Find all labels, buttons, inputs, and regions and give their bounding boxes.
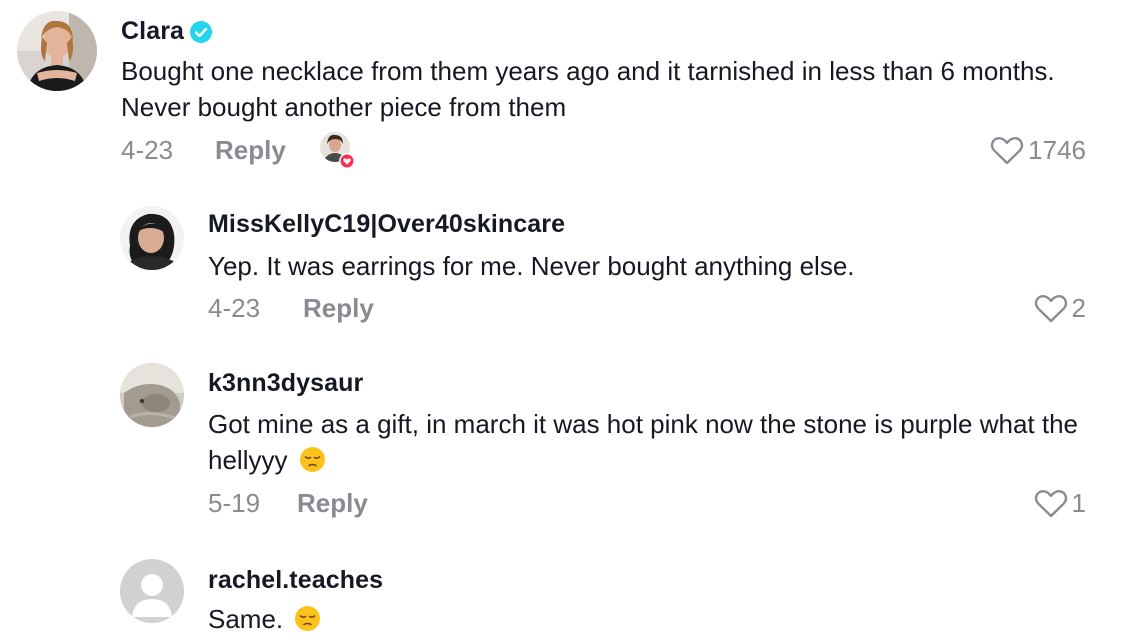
like-count: 1746 <box>1028 135 1086 165</box>
reply-button[interactable]: Reply <box>297 488 368 519</box>
comment-item: k3nn3dysaur Got mine as a gift, in march… <box>0 350 1122 550</box>
comment-username[interactable]: Clara <box>121 17 213 46</box>
heart-icon <box>1034 489 1068 519</box>
avatar[interactable] <box>120 559 184 623</box>
reply-button[interactable]: Reply <box>215 135 286 166</box>
comment-text-content: Got mine as a gift, in march it was hot … <box>208 409 1078 475</box>
heart-icon <box>1034 294 1068 324</box>
comment-date: 4-23 <box>208 293 261 323</box>
comment-item: rachel.teaches Same. <box>0 550 1122 642</box>
comment-username[interactable]: MissKellyC19|Over40skincare <box>208 210 565 239</box>
verified-badge-icon <box>190 20 213 43</box>
comment-username[interactable]: rachel.teaches <box>208 566 383 595</box>
comment-text: Yep. It was earrings for me. Never bough… <box>208 251 855 281</box>
comment-text: Same. <box>208 601 1088 637</box>
pensive-face-icon <box>294 605 321 632</box>
like-count: 2 <box>1071 293 1086 323</box>
comment-item: Clara Bought one necklace from them year… <box>0 0 1122 190</box>
comment-date: 4-23 <box>121 135 174 165</box>
like-button[interactable]: 2 <box>1034 293 1086 324</box>
username-label[interactable]: MissKellyC19|Over40skincare <box>208 210 565 239</box>
comment-text: Bought one necklace from them years ago … <box>121 56 1055 122</box>
like-button[interactable]: 1 <box>1034 488 1086 519</box>
comment-text-content: Same. <box>208 604 284 634</box>
avatar[interactable] <box>17 11 97 91</box>
username-label[interactable]: k3nn3dysaur <box>208 369 363 398</box>
comment-username[interactable]: k3nn3dysaur <box>208 369 363 398</box>
like-count: 1 <box>1071 488 1086 518</box>
avatar[interactable] <box>120 206 184 270</box>
username-label[interactable]: Clara <box>121 17 184 46</box>
pensive-face-icon <box>299 446 326 473</box>
avatar[interactable] <box>120 363 184 427</box>
like-button[interactable]: 1746 <box>990 135 1086 166</box>
username-label[interactable]: rachel.teaches <box>208 566 383 595</box>
comment-text: Got mine as a gift, in march it was hot … <box>208 406 1088 478</box>
creator-liked-avatar <box>318 130 358 170</box>
heart-icon <box>990 136 1024 166</box>
comment-date: 5-19 <box>208 488 261 518</box>
comment-item: MissKellyC19|Over40skincare Yep. It was … <box>0 190 1122 350</box>
reply-button[interactable]: Reply <box>303 293 374 324</box>
